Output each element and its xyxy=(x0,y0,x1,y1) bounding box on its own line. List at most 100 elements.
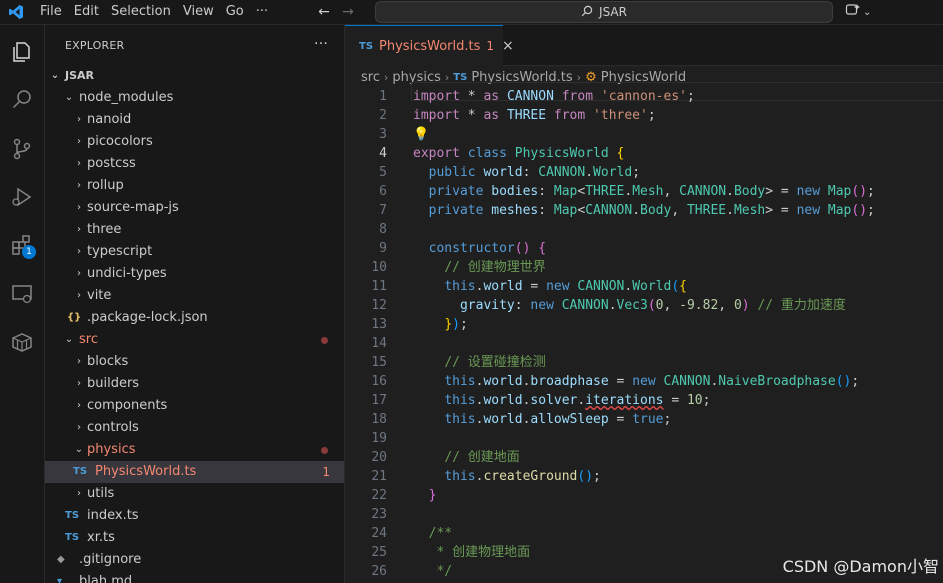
tree-item-label: vite xyxy=(87,288,112,303)
title-bar: File Edit Selection View Go ··· ← → JSAR… xyxy=(0,0,943,25)
code-token: solver xyxy=(530,393,578,408)
code-token: Map xyxy=(553,184,578,199)
tree-item[interactable]: ▾ blah.md xyxy=(45,571,344,583)
code-token: 'cannon-es' xyxy=(600,89,687,104)
more-actions-icon[interactable]: ··· xyxy=(314,36,328,52)
code-editor[interactable]: 1 import * as CANNON from 'cannon-es'; 2 im… xyxy=(345,87,943,581)
copilot-button[interactable]: ⌄ xyxy=(845,0,871,24)
code-token: , xyxy=(663,298,680,313)
tree-item[interactable]: TS xr.ts xyxy=(45,527,344,549)
line-number: 23 xyxy=(371,507,387,522)
editor-area: TS PhysicsWorld.ts 1 × src › physics › T… xyxy=(345,25,943,583)
code-token: import xyxy=(413,108,460,123)
code-token: = xyxy=(522,279,547,294)
code-token: { xyxy=(679,279,687,294)
tree-item[interactable]: ⌄ physics xyxy=(45,439,344,461)
code-token: Map xyxy=(827,203,852,218)
code-token: import xyxy=(413,89,460,104)
menu-view[interactable]: View xyxy=(177,0,220,24)
tree-item[interactable]: › utils xyxy=(45,483,344,505)
code-token: * xyxy=(467,108,484,123)
code-token: () xyxy=(514,241,531,256)
search-icon[interactable] xyxy=(8,86,36,114)
line-number: 11 xyxy=(371,279,387,294)
tree-item[interactable]: ⌄ node_modules xyxy=(45,87,344,109)
code-token: , xyxy=(718,298,734,313)
tree-item[interactable]: ⌄ src xyxy=(45,329,344,351)
code-token: world xyxy=(483,374,523,389)
code-token: } xyxy=(444,317,453,332)
tree-item[interactable]: › components xyxy=(45,395,344,417)
code-token: () xyxy=(577,469,594,484)
vscode-logo-icon xyxy=(2,0,30,24)
extensions-update-badge: 1 xyxy=(22,245,36,259)
tree-item[interactable]: {} .package-lock.json xyxy=(45,307,344,329)
tree-root-folder[interactable]: ⌄ JSAR xyxy=(45,65,344,87)
tab-physicsworld[interactable]: TS PhysicsWorld.ts 1 × xyxy=(345,25,514,66)
tree-item[interactable]: TS PhysicsWorld.ts 1 xyxy=(45,461,344,483)
tree-item[interactable]: › vite xyxy=(45,285,344,307)
command-center-search[interactable]: JSAR xyxy=(375,1,833,23)
menu-go[interactable]: Go xyxy=(220,0,250,24)
tree-item[interactable]: › controls xyxy=(45,417,344,439)
tree-item[interactable]: ◆ .gitignore xyxy=(45,549,344,571)
package-box-icon[interactable] xyxy=(8,328,36,356)
code-token: : xyxy=(538,203,554,218)
tree-item[interactable]: › typescript xyxy=(45,241,344,263)
code-token: ; xyxy=(867,203,875,218)
activity-bar: 1 xyxy=(0,25,45,583)
code-token: } xyxy=(428,488,437,503)
explorer-files-icon[interactable] xyxy=(8,38,36,66)
tree-item[interactable]: › source-map-js xyxy=(45,197,344,219)
tree-item[interactable]: › three xyxy=(45,219,344,241)
line-number: 21 xyxy=(371,469,387,484)
tree-item-label: node_modules xyxy=(79,90,174,105)
run-debug-icon[interactable] xyxy=(8,183,36,211)
code-line: 16 this.world.broadphase = new CANNON.Na… xyxy=(345,372,943,391)
tree-item-label: nanoid xyxy=(87,112,132,127)
code-line: 2 import * as THREE from 'three'; xyxy=(345,106,943,125)
code-token: CANNON xyxy=(679,184,727,199)
code-token: : xyxy=(538,184,554,199)
code-token: as xyxy=(483,89,500,104)
code-line: 21 this.createGround(); xyxy=(345,467,943,486)
breadcrumb-src[interactable]: src xyxy=(361,70,380,85)
chevron-right-icon: › xyxy=(77,136,81,147)
tree-item[interactable]: › postcss xyxy=(45,153,344,175)
git-file-icon: ◆ xyxy=(57,554,65,565)
tree-item[interactable]: › nanoid xyxy=(45,109,344,131)
tree-item[interactable]: › picocolors xyxy=(45,131,344,153)
menu-edit[interactable]: Edit xyxy=(68,0,105,24)
code-token: Body xyxy=(733,184,766,199)
code-line: 11 this.world = new CANNON.World({ xyxy=(345,277,943,296)
tree-item[interactable]: TS index.ts xyxy=(45,505,344,527)
tree-item[interactable]: › builders xyxy=(45,373,344,395)
code-token: world xyxy=(483,279,523,294)
code-token: 0 xyxy=(733,298,742,313)
menu-file[interactable]: File xyxy=(30,0,68,24)
code-token: Map xyxy=(827,184,852,199)
remote-explorer-icon[interactable] xyxy=(8,280,36,308)
back-arrow-icon[interactable]: ← xyxy=(316,4,332,20)
tree-item[interactable]: › blocks xyxy=(45,351,344,373)
code-text: constructor() { xyxy=(413,239,546,258)
code-token: THREE xyxy=(585,184,625,199)
search-label: JSAR xyxy=(599,5,627,19)
close-icon[interactable]: × xyxy=(502,38,514,54)
forward-arrow-icon[interactable]: → xyxy=(340,4,356,20)
chevron-down-icon: ⌄ xyxy=(64,92,74,103)
menu-selection[interactable]: Selection xyxy=(105,0,177,24)
tree-item[interactable]: › undici-types xyxy=(45,263,344,285)
code-token: bodies xyxy=(491,184,539,199)
lightbulb-icon[interactable]: 💡 xyxy=(413,127,429,142)
source-control-icon[interactable] xyxy=(8,135,36,163)
menu-more-icon[interactable]: ··· xyxy=(250,0,274,24)
line-number: 10 xyxy=(371,260,387,275)
tree-item[interactable]: › rollup xyxy=(45,175,344,197)
